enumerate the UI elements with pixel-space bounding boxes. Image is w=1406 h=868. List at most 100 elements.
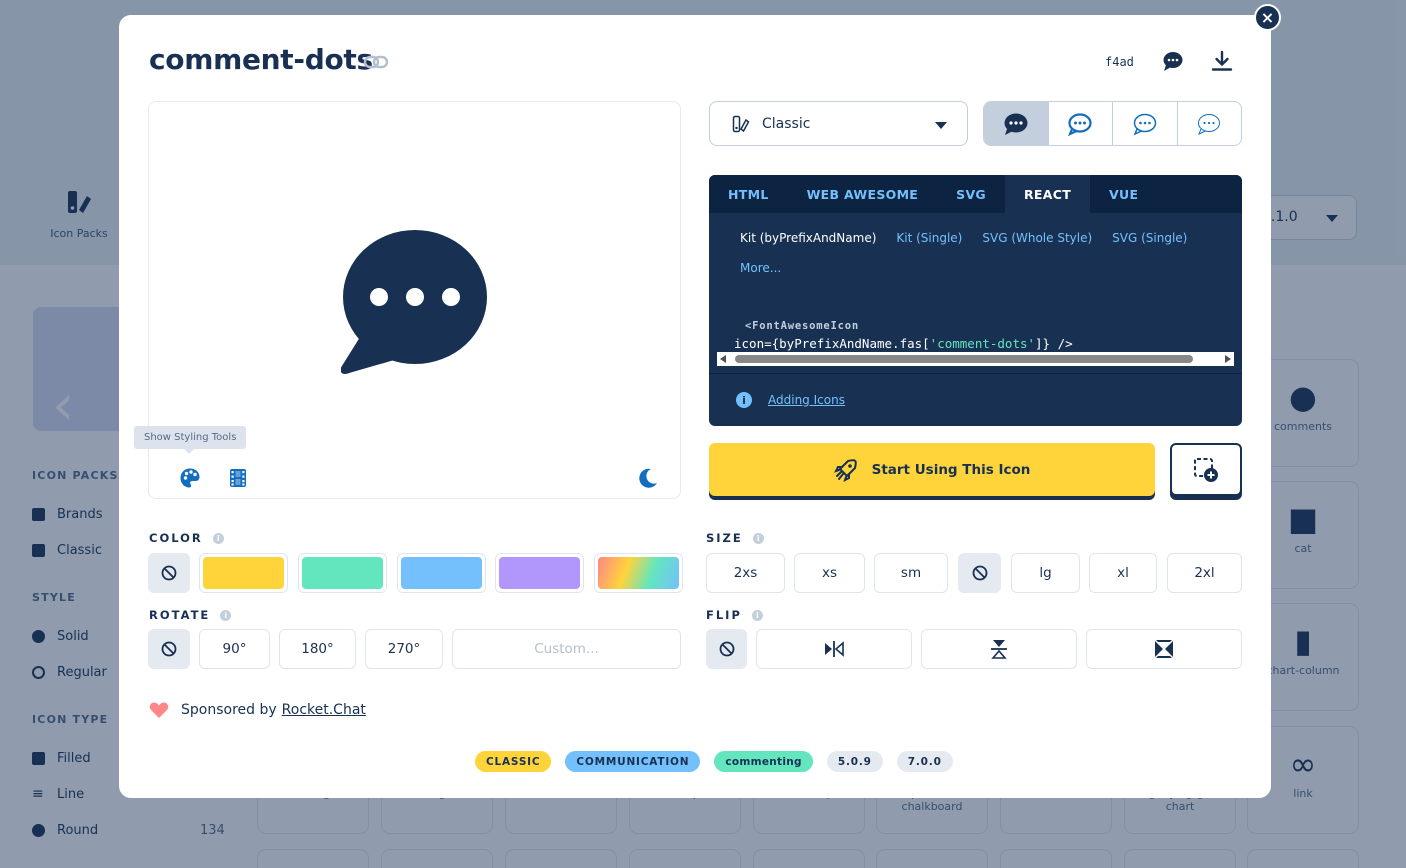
swatch-fill bbox=[302, 557, 383, 589]
color-section-label: COLOR i bbox=[149, 531, 224, 545]
tag-classic[interactable]: CLASSIC bbox=[475, 751, 552, 772]
subtab-more[interactable]: More... bbox=[740, 261, 781, 275]
tag-version-updated[interactable]: 7.0.0 bbox=[896, 751, 953, 772]
tab-web-awesome[interactable]: WEB AWESOME bbox=[788, 175, 938, 213]
code-snippet[interactable]: <FontAwesomeIcon icon={byPrefixAndName.f… bbox=[734, 315, 1073, 352]
close-modal-button[interactable]: × bbox=[1254, 4, 1281, 31]
tag-version-added[interactable]: 5.0.9 bbox=[826, 751, 883, 772]
size-2xs-button[interactable]: 2xs bbox=[706, 553, 785, 593]
comment-dots-regular-icon bbox=[1068, 112, 1092, 136]
unicode-value[interactable]: f4ad bbox=[1105, 55, 1134, 69]
palette-icon[interactable] bbox=[179, 467, 201, 489]
comment-dots-solid-icon bbox=[1004, 113, 1028, 135]
moon-icon[interactable] bbox=[637, 467, 659, 489]
color-none-button[interactable] bbox=[148, 553, 190, 593]
color-swatch-gradient[interactable] bbox=[594, 553, 683, 593]
tag-communication[interactable]: COMMUNICATION bbox=[565, 751, 701, 772]
comment-dots-thin-icon bbox=[1198, 113, 1221, 135]
subtab-kit-by-prefix[interactable]: Kit (byPrefixAndName) bbox=[740, 231, 876, 245]
size-2xl-button[interactable]: 2xl bbox=[1167, 553, 1242, 593]
subtab-svg-single[interactable]: SVG (Single) bbox=[1112, 231, 1187, 245]
rotate-label: ROTATE bbox=[149, 608, 211, 622]
tag-commenting[interactable]: commenting bbox=[714, 751, 813, 772]
download-icon[interactable] bbox=[1211, 50, 1233, 72]
add-to-kit-button[interactable] bbox=[1170, 443, 1242, 496]
scroll-right-icon[interactable] bbox=[1225, 355, 1231, 363]
icon-variant-selector bbox=[983, 101, 1242, 146]
variant-regular[interactable] bbox=[1049, 102, 1113, 145]
size-xs-button[interactable]: xs bbox=[794, 553, 865, 593]
flip-horizontal-button[interactable] bbox=[756, 629, 912, 669]
flip-section-label: FLIP i bbox=[706, 608, 763, 622]
rotate-180-button[interactable]: 180° bbox=[279, 629, 356, 669]
color-swatch-green[interactable] bbox=[298, 553, 387, 593]
help-icon[interactable]: i bbox=[751, 609, 763, 621]
size-xl-button[interactable]: xl bbox=[1089, 553, 1157, 593]
heart-icon bbox=[149, 702, 169, 718]
adding-icons-link[interactable]: Adding Icons bbox=[768, 393, 845, 407]
icon-preview: Show Styling Tools bbox=[134, 101, 681, 499]
comment-dots-light-icon bbox=[1133, 113, 1156, 135]
flip-none-button[interactable] bbox=[706, 629, 747, 669]
start-button-label: Start Using This Icon bbox=[871, 461, 1031, 478]
rotate-none-button[interactable] bbox=[148, 629, 190, 669]
snippet-attr: icon={byPrefixAndName.fas[ bbox=[734, 336, 930, 351]
help-icon[interactable]: i bbox=[220, 609, 232, 621]
swatch-fill bbox=[598, 557, 679, 589]
rotate-270-button[interactable]: 270° bbox=[365, 629, 443, 669]
code-snippet-panel: HTML WEB AWESOME SVG REACT VUE Kit (byPr… bbox=[709, 175, 1242, 426]
style-select-value: Classic bbox=[762, 115, 811, 132]
code-subtabs: Kit (byPrefixAndName) Kit (Single) SVG (… bbox=[709, 213, 1229, 275]
icon-tags: CLASSIC COMMUNICATION commenting 5.0.9 7… bbox=[475, 751, 953, 772]
flip-vertical-button[interactable] bbox=[921, 629, 1077, 669]
rotate-section-label: ROTATE i bbox=[149, 608, 232, 622]
swatchbook-icon bbox=[732, 115, 750, 132]
comment-dots-icon[interactable] bbox=[1162, 50, 1184, 72]
size-none-button[interactable] bbox=[958, 553, 1001, 593]
size-lg-button[interactable]: lg bbox=[1011, 553, 1080, 593]
reflect-both-icon bbox=[1154, 639, 1174, 659]
tab-react[interactable]: REACT bbox=[1005, 175, 1091, 213]
ban-icon bbox=[161, 565, 177, 581]
size-label: SIZE bbox=[706, 531, 743, 545]
subtab-svg-whole-style[interactable]: SVG (Whole Style) bbox=[982, 231, 1092, 245]
sponsor-link[interactable]: Rocket.Chat bbox=[282, 702, 366, 718]
color-swatch-blue[interactable] bbox=[397, 553, 486, 593]
square-plus-icon bbox=[1194, 457, 1218, 482]
rocket-icon bbox=[833, 458, 857, 482]
snippet-string: 'comment-dots' bbox=[929, 336, 1036, 351]
flip-both-button[interactable] bbox=[1086, 629, 1242, 669]
color-swatch-yellow[interactable] bbox=[199, 553, 288, 593]
link-icon[interactable] bbox=[363, 52, 389, 72]
scroll-left-icon[interactable] bbox=[720, 355, 726, 363]
film-icon[interactable] bbox=[227, 467, 249, 489]
size-section-label: SIZE i bbox=[706, 531, 764, 545]
code-panel-footer: i Adding Icons bbox=[709, 373, 1242, 426]
style-select[interactable]: Classic bbox=[709, 101, 968, 146]
scrollbar-thumb[interactable] bbox=[735, 355, 1193, 363]
subtab-kit-single[interactable]: Kit (Single) bbox=[896, 231, 962, 245]
variant-light[interactable] bbox=[1113, 102, 1178, 145]
swatch-fill bbox=[499, 557, 580, 589]
variant-thin[interactable] bbox=[1178, 102, 1242, 145]
code-horizontal-scrollbar[interactable] bbox=[717, 352, 1234, 366]
ban-icon bbox=[972, 565, 987, 581]
variant-solid[interactable] bbox=[984, 102, 1049, 145]
icon-detail-modal: comment-dots f4ad Show Styling Tools Cla… bbox=[119, 15, 1271, 798]
reflect-vertical-icon bbox=[991, 640, 1007, 659]
tab-html[interactable]: HTML bbox=[709, 175, 788, 213]
start-using-icon-button[interactable]: Start Using This Icon bbox=[709, 443, 1155, 496]
ban-icon bbox=[161, 641, 177, 657]
rotate-custom-input[interactable]: Custom... bbox=[452, 629, 681, 669]
snippet-tag: <FontAwesomeIcon bbox=[745, 319, 859, 332]
tab-vue[interactable]: VUE bbox=[1090, 175, 1157, 213]
snippet-close: ]} /> bbox=[1035, 336, 1073, 351]
comment-dots-icon bbox=[341, 230, 487, 374]
tab-svg[interactable]: SVG bbox=[937, 175, 1005, 213]
reflect-horizontal-icon bbox=[825, 641, 844, 657]
help-icon[interactable]: i bbox=[212, 532, 224, 544]
size-sm-button[interactable]: sm bbox=[874, 553, 948, 593]
color-swatch-purple[interactable] bbox=[495, 553, 584, 593]
rotate-90-button[interactable]: 90° bbox=[199, 629, 270, 669]
help-icon[interactable]: i bbox=[752, 532, 764, 544]
